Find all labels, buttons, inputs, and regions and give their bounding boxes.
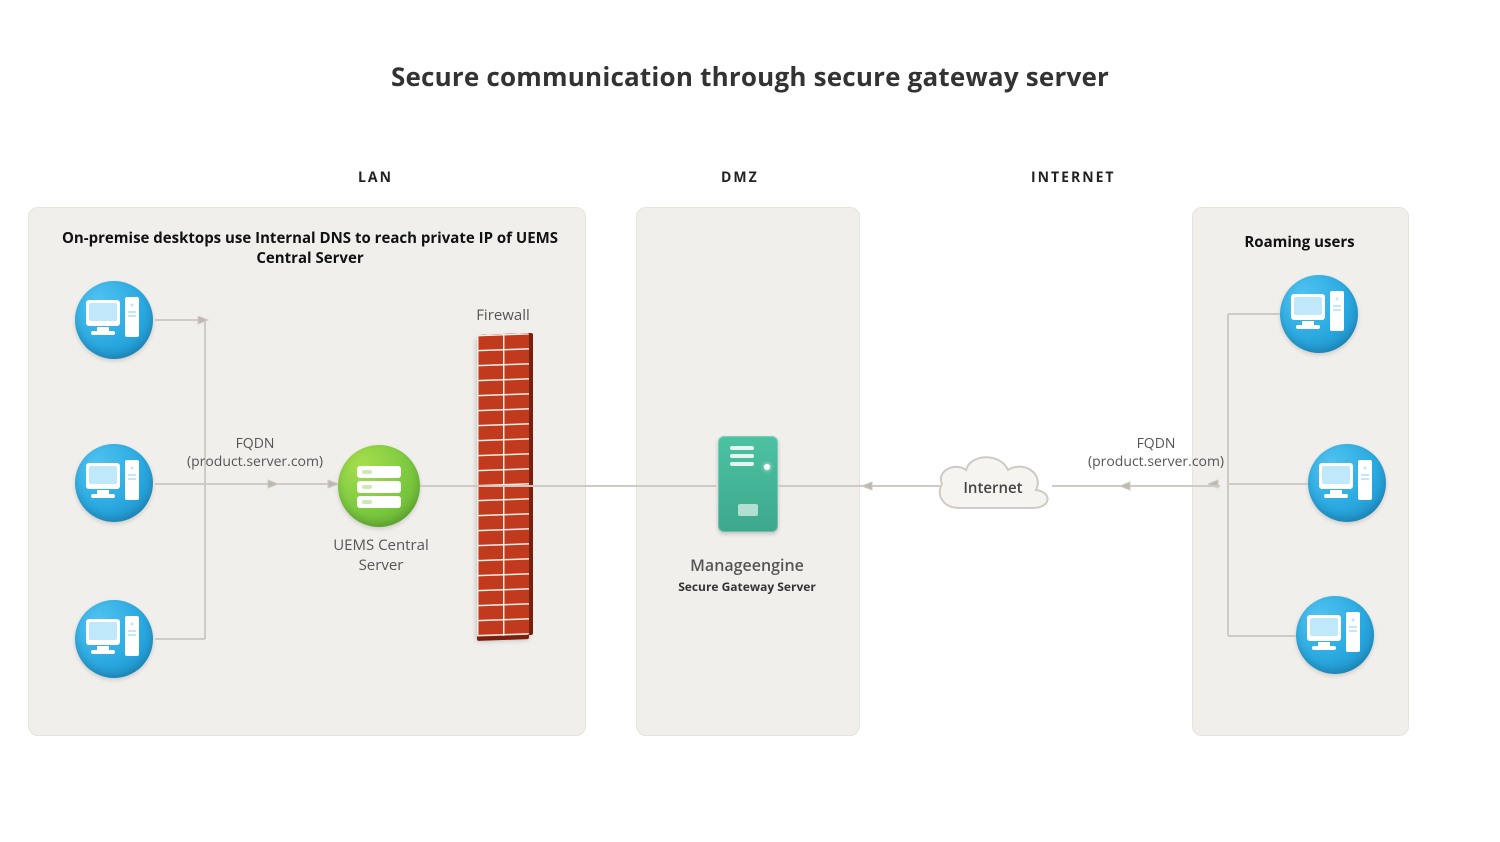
dmz-to-cloud-line [776,478,946,494]
firewall-label: Firewall [463,305,543,325]
zone-label-dmz: DMZ [721,168,759,187]
desktop-icon [75,600,153,678]
gateway-server-icon [718,436,778,532]
roaming-box-title: Roaming users [1192,232,1407,252]
dmz-sub-label: Secure Gateway Server [646,578,848,595]
desktop-icon [1308,444,1386,522]
internet-cloud-icon: Internet [928,446,1058,526]
dmz-main-label: Manageengine [646,554,848,576]
cloud-to-roaming-line [1050,478,1210,494]
central-server-icon [338,445,420,527]
lan-to-dmz-line [418,478,718,494]
roaming-connector-lines [1208,308,1318,648]
cloud-label: Internet [928,478,1058,498]
lan-box-title: On-premise desktops use Internal DNS to … [50,228,570,269]
zone-label-internet: INTERNET [1031,168,1116,187]
diagram-canvas: Secure communication through secure gate… [0,0,1500,842]
diagram-title: Secure communication through secure gate… [0,58,1500,94]
roaming-trunk-join [1200,478,1220,494]
central-server-label: UEMS Central Server [316,536,446,575]
desktop-icon [75,444,153,522]
lan-connector-lines [150,316,370,656]
zone-label-lan: LAN [358,168,393,187]
lan-fqdn-label: FQDN (product.server.com) [175,435,335,471]
desktop-icon [75,281,153,359]
